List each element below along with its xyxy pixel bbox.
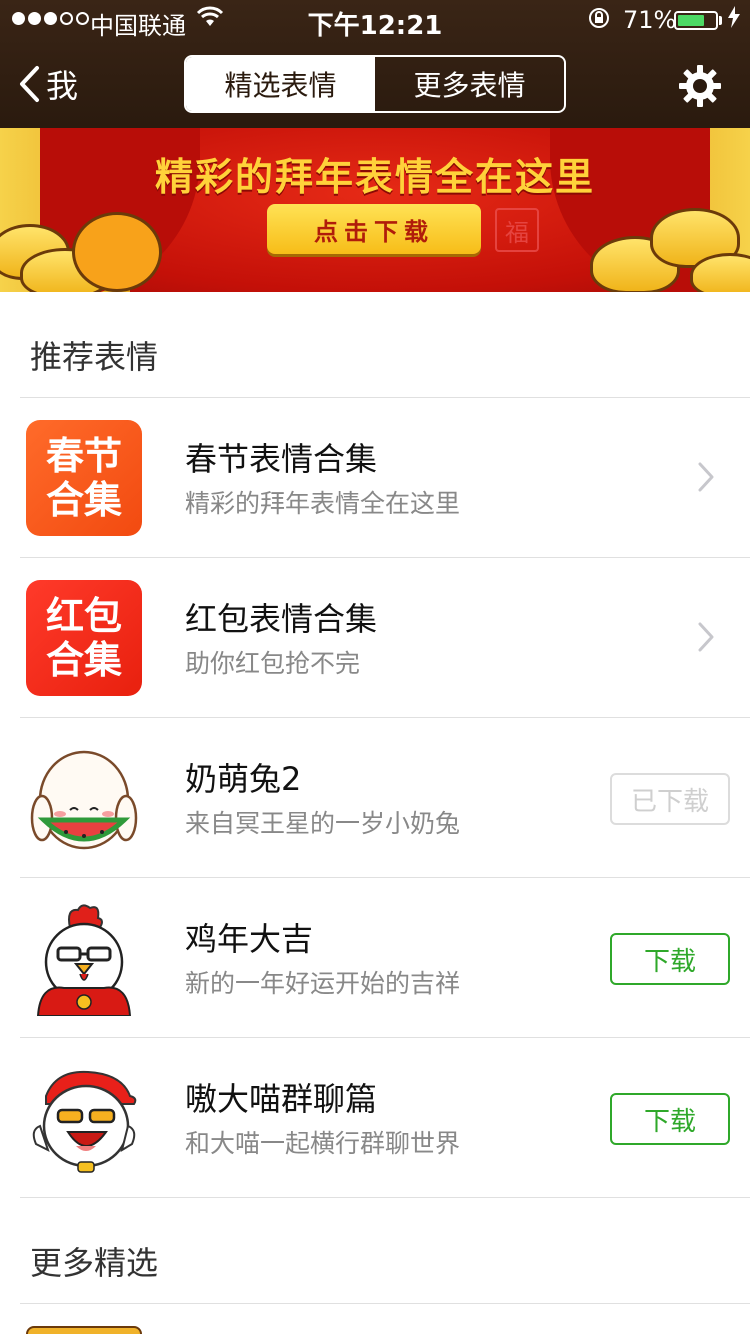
list-item-red-envelope[interactable]: 红包 合集 红包表情合集 助你红包抢不完: [0, 558, 750, 718]
back-button[interactable]: 我: [18, 60, 78, 108]
chevron-right-icon: [698, 462, 714, 492]
download-button[interactable]: 下载: [610, 1093, 730, 1145]
battery-tip: [719, 16, 722, 25]
icon-text-line2: 合集: [45, 638, 122, 682]
charging-icon: [727, 6, 741, 34]
section-title-more: 更多精选: [30, 1244, 159, 1282]
download-button[interactable]: 下载: [610, 933, 730, 985]
divider: [20, 1303, 750, 1304]
list-item-milk-bunny[interactable]: 奶萌兔2 来自冥王星的一岁小奶兔 已下载: [0, 718, 750, 878]
red-envelope-pack-icon: 红包 合集: [26, 580, 142, 696]
item-title: 春节表情合集: [185, 440, 378, 478]
navigation-bar: 我 精选表情 更多表情: [0, 40, 750, 128]
banner-title: 精彩的拜年表情全在这里: [154, 155, 595, 199]
banner-download-button[interactable]: 点击下载: [267, 204, 481, 254]
item-subtitle: 助你红包抢不完: [185, 649, 361, 678]
rabbit-sticker-icon: [30, 750, 138, 850]
gear-icon[interactable]: [678, 64, 722, 108]
item-subtitle: 和大喵一起横行群聊世界: [185, 1129, 461, 1158]
battery-percent: 71%: [623, 6, 677, 34]
item-title: 嗷大喵群聊篇: [185, 1080, 378, 1118]
item-subtitle: 精彩的拜年表情全在这里: [185, 489, 461, 518]
item-title: 红包表情合集: [185, 600, 378, 638]
tab-more-stickers[interactable]: 更多表情: [375, 57, 564, 111]
icon-text-line1: 春节: [45, 434, 122, 478]
promo-banner[interactable]: 精彩的拜年表情全在这里 点击下载 福: [0, 128, 750, 292]
item-subtitle: 来自冥王星的一岁小奶兔: [185, 809, 461, 838]
orange-mascot-icon: [72, 212, 162, 292]
icon-text-line1: 红包: [45, 594, 122, 638]
spring-festival-pack-icon: 春节 合集: [26, 420, 142, 536]
tab-featured-stickers[interactable]: 精选表情: [186, 57, 375, 111]
rooster-sticker-icon: [36, 904, 132, 1016]
section-title-recommended: 推荐表情: [30, 338, 159, 376]
divider: [20, 1197, 750, 1198]
list-item-spring-festival[interactable]: 春节 合集 春节表情合集 精彩的拜年表情全在这里: [0, 398, 750, 558]
status-bar: 中国联通 下午12:21 71%: [0, 0, 750, 41]
chevron-right-icon: [698, 622, 714, 652]
back-label: 我: [46, 67, 79, 105]
segmented-control: 精选表情 更多表情: [184, 55, 566, 113]
battery-icon: [674, 11, 718, 30]
downloaded-button[interactable]: 已下载: [610, 773, 730, 825]
item-subtitle: 新的一年好运开始的吉祥: [185, 969, 461, 998]
list-item-rooster-year[interactable]: 鸡年大吉 新的一年好运开始的吉祥 下载: [0, 878, 750, 1038]
rotation-lock-icon: [587, 6, 611, 36]
item-title: 奶萌兔2: [185, 760, 302, 798]
list-item-ao-da-miao[interactable]: 嗷大喵群聊篇 和大喵一起横行群聊世界 下载: [0, 1038, 750, 1198]
fu-stamp: 福: [495, 208, 539, 252]
cat-sticker-icon: [32, 1070, 137, 1173]
next-item-icon-peek: [26, 1326, 142, 1334]
item-title: 鸡年大吉: [185, 920, 314, 958]
chevron-left-icon: [20, 66, 39, 102]
icon-text-line2: 合集: [45, 478, 122, 522]
top-bar: 中国联通 下午12:21 71% 我 精选表情 更多表情: [0, 0, 750, 128]
